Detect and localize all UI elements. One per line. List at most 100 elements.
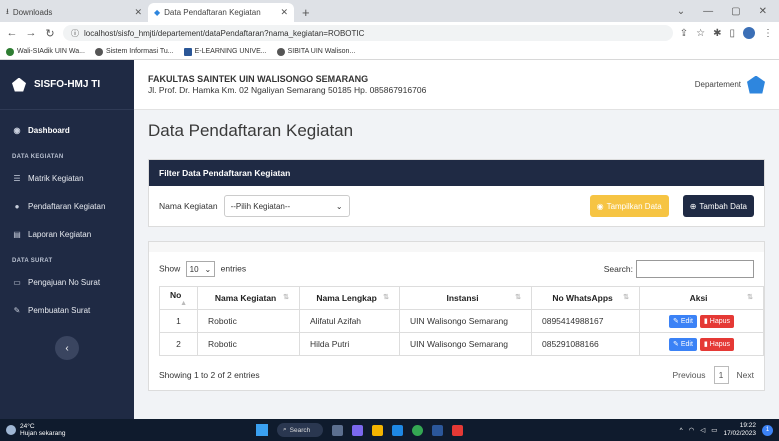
notification-badge[interactable]: 1 bbox=[762, 424, 773, 436]
delete-button[interactable]: ▮ Hapus bbox=[699, 314, 735, 328]
battery-icon[interactable]: ▭ bbox=[711, 426, 717, 434]
windows-start-icon[interactable] bbox=[256, 424, 268, 436]
sidebar-item-label: Dashboard bbox=[28, 125, 70, 135]
browser-tab-bar: ⭳ Downloads ✕ ◆ Data Pendaftaran Kegiatan … bbox=[0, 0, 779, 22]
task-view-icon[interactable] bbox=[332, 424, 343, 436]
show-label: Show bbox=[159, 263, 181, 274]
cell-wa: 085291088166 bbox=[531, 332, 640, 356]
download-icon: ⭳ bbox=[6, 6, 9, 16]
profile-avatar[interactable] bbox=[743, 27, 755, 39]
column-header[interactable]: Instansi ⇅ bbox=[399, 286, 532, 310]
column-header[interactable]: Nama Kegiatan ⇅ bbox=[197, 286, 300, 310]
entries-select[interactable]: 10 ⌄ bbox=[185, 261, 216, 277]
bookmark-item[interactable]: SIBITA UIN Walison... bbox=[276, 47, 355, 56]
back-icon[interactable]: ← bbox=[6, 27, 18, 39]
forward-icon[interactable]: → bbox=[25, 27, 37, 39]
close-icon[interactable]: ✕ bbox=[134, 7, 142, 18]
sidebar-item-pembuatan[interactable]: ✎ Pembuatan Surat bbox=[0, 296, 134, 324]
clock[interactable]: 19:22 17/02/2023 bbox=[723, 422, 756, 438]
cell-instansi: UIN Walisongo Semarang bbox=[399, 332, 532, 356]
wifi-icon[interactable]: ◠ bbox=[689, 426, 695, 434]
column-header[interactable]: Nama Lengkap ⇅ bbox=[299, 286, 400, 310]
chevron-down-icon: ⌄ bbox=[204, 264, 212, 274]
kegiatan-select[interactable]: --Pilih Kegiatan-- ⌄ bbox=[223, 195, 350, 217]
maximize-button[interactable]: ▢ bbox=[731, 6, 740, 17]
delete-button[interactable]: ▮ Hapus bbox=[699, 337, 735, 351]
extensions-icon[interactable]: ✱ bbox=[713, 28, 721, 39]
trash-icon: ▮ bbox=[703, 318, 708, 325]
sidepanel-icon[interactable]: ▯ bbox=[729, 28, 735, 39]
chevron-left-icon: ‹ bbox=[65, 342, 69, 354]
sidebar-toggle-button[interactable]: ‹ bbox=[55, 336, 79, 360]
app-icon[interactable] bbox=[452, 424, 463, 436]
window-controls: ⌄ — ▢ ✕ bbox=[677, 0, 779, 22]
minimize-button[interactable]: — bbox=[703, 6, 713, 17]
sort-icon: ▲ bbox=[180, 299, 187, 307]
url-field[interactable]: ⓘ localhost/sisfo_hmjti/departement/data… bbox=[63, 25, 673, 41]
bookmark-item[interactable]: Wali-SIAdik UIN Wa... bbox=[6, 47, 85, 56]
show-data-button[interactable]: ◉ Tampilkan Data bbox=[589, 195, 669, 217]
weather-widget[interactable]: 24°C Hujan sekarang bbox=[0, 423, 140, 437]
reload-icon[interactable]: ↻ bbox=[44, 27, 56, 40]
cell-nama: Alifatul Azifah bbox=[299, 309, 400, 333]
volume-icon[interactable]: ◁ bbox=[700, 426, 705, 434]
bookmark-item[interactable]: Sistem Informasi Tu... bbox=[94, 47, 174, 56]
add-data-button[interactable]: ⊕ Tambah Data bbox=[682, 195, 754, 217]
tab-data-pendaftaran[interactable]: ◆ Data Pendaftaran Kegiatan ✕ bbox=[148, 3, 294, 22]
pagination: Previous 1 Next bbox=[672, 366, 754, 384]
page-title: Data Pendaftaran Kegiatan bbox=[148, 121, 354, 140]
file-explorer-icon[interactable] bbox=[372, 424, 383, 436]
search-input[interactable] bbox=[636, 260, 754, 278]
select-value: --Pilih Kegiatan-- bbox=[230, 201, 291, 211]
weather-desc: Hujan sekarang bbox=[20, 430, 66, 437]
cell-kegiatan: Robotic bbox=[197, 309, 300, 333]
chrome-icon[interactable] bbox=[412, 424, 423, 436]
word-icon[interactable] bbox=[432, 424, 443, 436]
sidebar-item-matrik[interactable]: ☰ Matrik Kegiatan bbox=[0, 164, 134, 192]
previous-button[interactable]: Previous bbox=[672, 370, 705, 380]
bookmark-label: E-LEARNING UNIVE... bbox=[194, 48, 267, 55]
sidebar-item-laporan[interactable]: ▤ Laporan Kegiatan bbox=[0, 220, 134, 248]
address-bar: ← → ↻ ⓘ localhost/sisfo_hmjti/departemen… bbox=[0, 22, 779, 44]
bookmarks-bar: Wali-SIAdik UIN Wa... Sistem Informasi T… bbox=[0, 44, 779, 60]
teams-icon[interactable] bbox=[352, 424, 363, 436]
close-icon[interactable]: ✕ bbox=[280, 7, 288, 18]
column-header[interactable]: Aksi ⇅ bbox=[639, 286, 764, 310]
table-info: Showing 1 to 2 of 2 entries bbox=[159, 370, 260, 380]
column-header[interactable]: No ▲ bbox=[159, 286, 198, 310]
menu-icon[interactable]: ⋮ bbox=[763, 28, 773, 39]
sort-icon: ⇅ bbox=[747, 294, 753, 301]
close-window-button[interactable]: ✕ bbox=[759, 6, 767, 17]
table-card: Show 10 ⌄ entries Search: No ▲ Nama Kegia… bbox=[148, 241, 765, 391]
sidebar-item-pendaftaran[interactable]: ● Pendaftaran Kegiatan bbox=[0, 192, 134, 220]
new-tab-button[interactable]: + bbox=[294, 3, 318, 22]
edit-button[interactable]: ✎ Edit bbox=[668, 337, 697, 351]
star-icon[interactable]: ☆ bbox=[696, 28, 705, 39]
brand[interactable]: SISFO-HMJ TI bbox=[0, 60, 134, 110]
edit-button[interactable]: ✎ Edit bbox=[668, 314, 697, 328]
sidebar-item-dashboard[interactable]: ◉ Dashboard bbox=[0, 116, 134, 144]
bookmark-icon bbox=[276, 47, 285, 56]
tray-chevron-icon[interactable]: ^ bbox=[680, 427, 683, 434]
sidebar-item-label: Pendaftaran Kegiatan bbox=[28, 201, 106, 211]
brand-name: SISFO-HMJ TI bbox=[34, 79, 101, 90]
eye-icon: ◉ bbox=[596, 201, 604, 211]
share-icon[interactable]: ⇪ bbox=[680, 28, 688, 39]
chevron-down-icon[interactable]: ⌄ bbox=[677, 6, 685, 17]
page-number-button[interactable]: 1 bbox=[713, 366, 729, 384]
taskbar-search[interactable]: ⌕ Search bbox=[277, 423, 323, 437]
sort-icon: ⇅ bbox=[623, 294, 629, 301]
mail-icon[interactable] bbox=[392, 424, 403, 436]
dashboard-icon: ◉ bbox=[13, 125, 21, 135]
tab-downloads[interactable]: ⭳ Downloads ✕ bbox=[0, 3, 148, 22]
org-info: FAKULTAS SAINTEK UIN WALISONGO SEMARANG … bbox=[148, 74, 426, 96]
next-button[interactable]: Next bbox=[737, 370, 754, 380]
info-icon: ⓘ bbox=[71, 28, 79, 38]
dept-menu[interactable]: Departement bbox=[695, 75, 765, 94]
edit-icon: ✎ bbox=[13, 305, 21, 315]
column-header[interactable]: No WhatsApps ⇅ bbox=[531, 286, 640, 310]
org-name: FAKULTAS SAINTEK UIN WALISONGO SEMARANG bbox=[148, 73, 369, 84]
org-address: Jl. Prof. Dr. Hamka Km. 02 Ngaliyan Sema… bbox=[148, 84, 427, 95]
sidebar-item-pengajuan[interactable]: ▭ Pengajuan No Surat bbox=[0, 268, 134, 296]
bookmark-item[interactable]: E-LEARNING UNIVE... bbox=[183, 47, 267, 56]
